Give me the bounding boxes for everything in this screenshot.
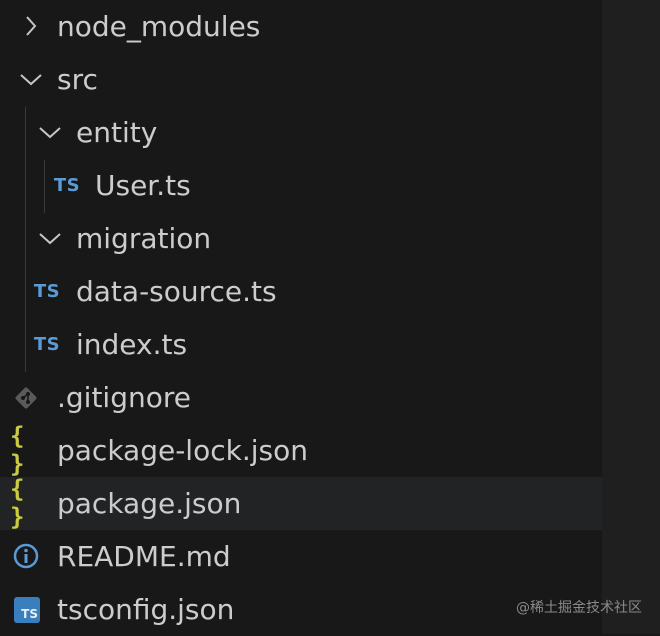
json-icon: { } xyxy=(10,422,28,478)
git-icon xyxy=(11,383,41,413)
tree-item-entity[interactable]: entity xyxy=(0,106,602,159)
chevron-right-icon xyxy=(18,13,44,39)
tree-item-label: package.json xyxy=(57,487,242,520)
chevron-down-icon xyxy=(17,66,45,92)
json-icon: { } xyxy=(10,475,28,531)
tree-item-tsconfig-json[interactable]: TS tsconfig.json xyxy=(0,583,602,636)
tsconfig-icon: TS xyxy=(13,596,41,624)
tree-item-package-json[interactable]: { } package.json xyxy=(0,475,602,531)
chevron-down-icon xyxy=(36,225,64,251)
tree-item-package-lock-json[interactable]: { } package-lock.json xyxy=(0,422,602,478)
typescript-file-icon: TS xyxy=(33,280,61,302)
info-icon xyxy=(10,541,42,571)
tree-item-user-ts[interactable]: TS User.ts xyxy=(0,159,602,212)
chevron-down-icon xyxy=(36,119,64,145)
tree-item-data-source-ts[interactable]: TS data-source.ts xyxy=(0,265,602,318)
typescript-file-icon: TS xyxy=(53,174,81,196)
tree-item-label: package-lock.json xyxy=(57,434,308,467)
typescript-file-icon: TS xyxy=(33,333,61,355)
tsconfig-badge-text: TS xyxy=(14,597,40,623)
tree-item-label: tsconfig.json xyxy=(57,593,235,626)
watermark: @稀土掘金技术社区 xyxy=(516,600,642,616)
file-explorer: node_modules src entity TS User.ts migra… xyxy=(0,0,602,634)
tree-item-label: src xyxy=(57,63,98,96)
tree-item-label: node_modules xyxy=(57,10,261,43)
tree-item-src[interactable]: src xyxy=(0,53,602,106)
tree-item-index-ts[interactable]: TS index.ts xyxy=(0,318,602,371)
tree-item-migration[interactable]: migration xyxy=(0,212,602,265)
tree-item-label: migration xyxy=(76,222,212,255)
tree-item-label: README.md xyxy=(57,540,231,573)
tree-item-label: index.ts xyxy=(76,328,188,361)
tree-item-label: entity xyxy=(76,116,158,149)
tree-item-gitignore[interactable]: .gitignore xyxy=(0,371,602,424)
editor-gutter xyxy=(602,0,660,634)
tree-item-label: User.ts xyxy=(95,169,191,202)
tree-item-node-modules[interactable]: node_modules xyxy=(0,0,602,53)
tree-item-label: .gitignore xyxy=(57,381,191,414)
tree-item-readme-md[interactable]: README.md xyxy=(0,530,602,583)
tree-item-label: data-source.ts xyxy=(76,275,277,308)
